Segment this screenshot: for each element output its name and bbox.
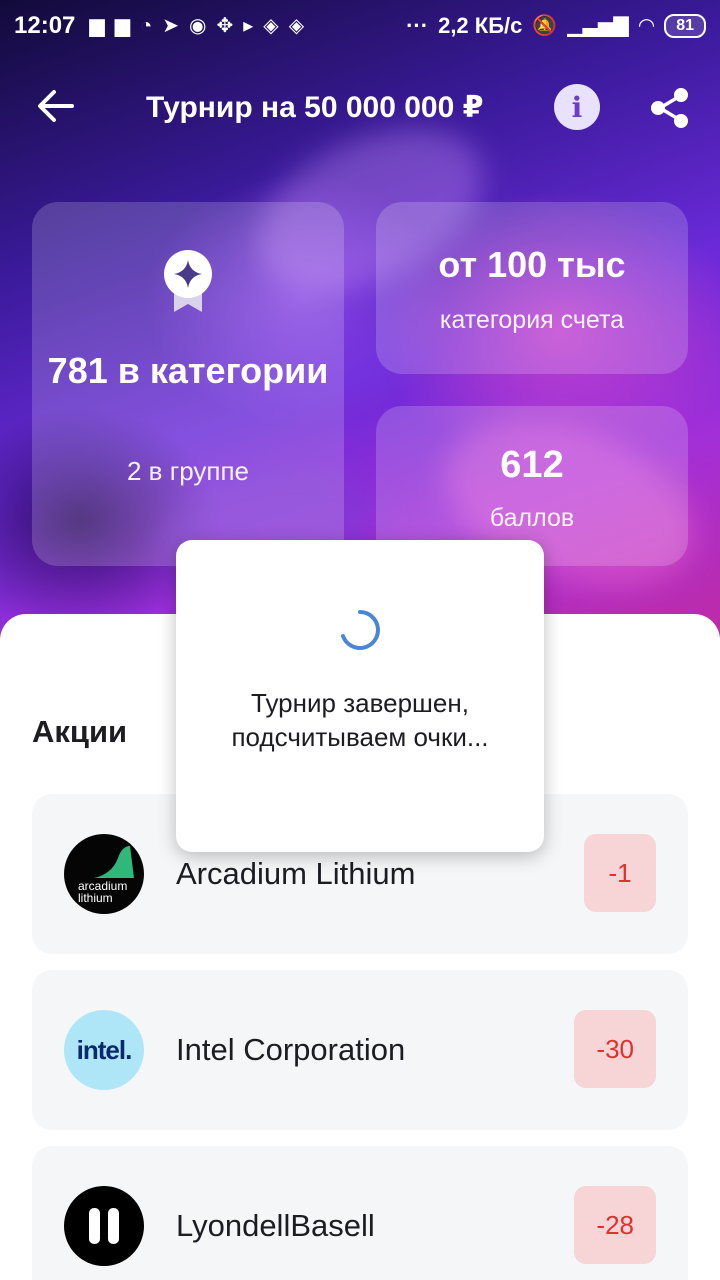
change-badge: -28	[574, 1186, 656, 1264]
rank-value: 781 в категории	[47, 350, 329, 391]
stock-name: Arcadium Lithium	[176, 856, 416, 891]
logo-text: lithium	[78, 891, 113, 905]
signal-icon: ▁▃▅▇	[567, 15, 629, 37]
account-category-card: от 100 тыс категория счета	[376, 202, 688, 374]
more-notifications-icon: ···	[406, 13, 429, 38]
network-speed: 2,2 КБ/с	[438, 13, 523, 38]
page-title: Турнир на 50 000 000 ₽	[146, 91, 484, 124]
telegram-icon: ➤	[162, 15, 180, 37]
stock-row-intel[interactable]: intel. Intel Corporation -30	[32, 970, 688, 1130]
play-icon: ▸	[243, 15, 254, 37]
message-icon: ▆	[114, 15, 131, 37]
change-badge: -30	[574, 1010, 656, 1088]
status-bar: 12:07 ▆ ▆ ◔ ➤ ◉ ✥ ▸ ◈ ◈ ··· 2,2 КБ/с 🔕 ▁…	[0, 0, 720, 52]
back-button[interactable]	[36, 86, 80, 130]
tournament-finished-dialog: Турнир завершен, подсчитываем очки...	[176, 540, 544, 852]
dialog-message: Турнир завершен, подсчитываем очки...	[231, 688, 489, 752]
account-category-value: от 100 тыс	[438, 244, 626, 285]
info-button[interactable]: i	[554, 84, 600, 130]
message-icon: ▆	[89, 15, 105, 37]
section-title: Акции	[32, 714, 128, 749]
stock-name: LyondellBasell	[176, 1208, 375, 1243]
dropbox-icon: ◈	[288, 15, 305, 37]
group-rank: 2 в группе	[127, 456, 249, 486]
circle-icon: ◉	[189, 15, 207, 37]
share-button[interactable]	[646, 84, 694, 132]
lyondellbasell-bars-icon	[89, 1208, 119, 1244]
medal-icon	[164, 250, 212, 312]
points-value: 612	[500, 444, 564, 486]
wifi-icon: ◠	[638, 15, 655, 37]
arcadium-lithium-logo: arcadium lithium	[64, 834, 144, 914]
battery-indicator: 81	[664, 14, 706, 38]
pinwheel-icon: ✥	[216, 15, 234, 37]
share-icon	[651, 88, 688, 128]
info-icon: i	[571, 90, 583, 124]
account-category-label: категория счета	[439, 306, 625, 334]
arcadium-wave-icon	[94, 846, 134, 878]
dropbox-icon: ◈	[263, 15, 279, 37]
rank-card: 781 в категории 2 в группе	[32, 202, 344, 566]
arrow-left-icon	[38, 90, 74, 122]
loading-spinner-icon	[341, 610, 380, 650]
points-label: баллов	[489, 504, 575, 532]
stock-name: Intel Corporation	[176, 1032, 406, 1067]
lyondellbasell-logo	[64, 1186, 144, 1266]
title-bar: Турнир на 50 000 000 ₽ i	[0, 70, 720, 146]
intel-logo: intel.	[64, 1010, 144, 1090]
stock-row-lyondellbasell[interactable]: LyondellBasell -28	[32, 1146, 688, 1280]
bell-muted-icon: 🔕	[532, 15, 558, 37]
change-badge: -1	[584, 834, 656, 912]
sync-icon: ◔	[140, 15, 153, 37]
status-time: 12:07	[14, 12, 76, 39]
